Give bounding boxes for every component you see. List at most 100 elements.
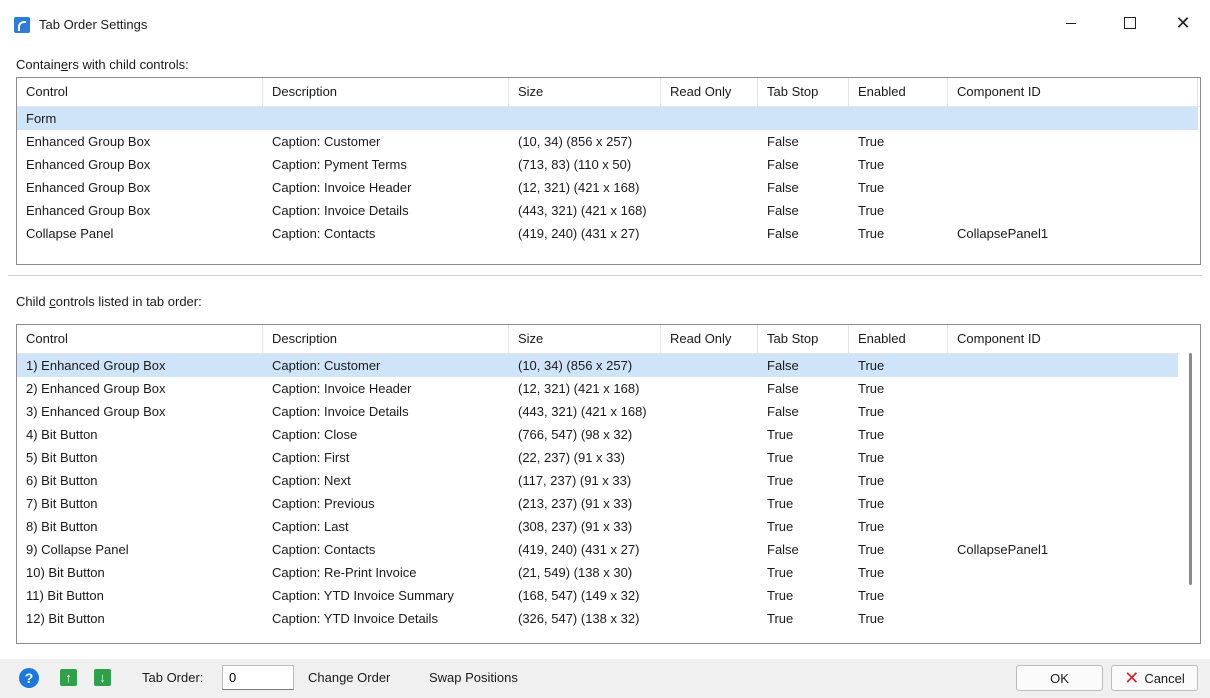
cell-control: 9) Collapse Panel: [26, 542, 129, 557]
swap-positions-button[interactable]: Swap Positions: [429, 670, 518, 685]
column-header-tab-stop[interactable]: Tab Stop: [758, 325, 849, 353]
column-header-tab-stop[interactable]: Tab Stop: [758, 78, 849, 106]
cell-size: (419, 240) (431 x 27): [518, 542, 640, 557]
cell-size: (326, 547) (138 x 32): [518, 611, 640, 626]
table-row[interactable]: Enhanced Group Box Caption: Customer (10, …: [17, 130, 1198, 153]
containers-label-accel: e: [60, 57, 69, 72]
cell-enabled: True: [858, 427, 885, 442]
vertical-scrollbar[interactable]: [1180, 325, 1200, 643]
cell-enabled: True: [858, 565, 885, 580]
table-row[interactable]: 2) Enhanced Group Box Caption: Invoice He…: [17, 377, 1178, 400]
grid-header: Control Description Size Read Only Tab Stop E…: [17, 325, 1200, 354]
table-row[interactable]: Enhanced Group Box Caption: Pyment Terms (…: [17, 153, 1198, 176]
cell-control: Form: [26, 111, 57, 126]
cell-size: (419, 240) (431 x 27): [518, 226, 640, 241]
table-row[interactable]: 12) Bit Button Caption: YTD Invoice Detai…: [17, 607, 1178, 630]
cell-component-id: CollapsePanel1: [957, 226, 1049, 241]
cell-enabled: True: [858, 496, 885, 511]
table-row[interactable]: 1) Enhanced Group Box Caption: Customer (1…: [17, 354, 1178, 377]
cell-tab-stop: True: [767, 496, 794, 511]
cell-description: Caption: Pyment Terms: [272, 157, 407, 172]
ok-button-label: OK: [1050, 670, 1069, 686]
cell-tab-stop: True: [767, 588, 794, 603]
title-bar: Tab Order Settings ✕: [0, 0, 1210, 46]
cell-size: (22, 237) (91 x 33): [518, 450, 625, 465]
cell-tab-stop: True: [767, 450, 794, 465]
cell-description: Caption: Contacts: [272, 542, 376, 557]
minimize-button[interactable]: [1048, 8, 1094, 38]
column-header-size[interactable]: Size: [509, 78, 661, 106]
table-row[interactable]: Enhanced Group Box Caption: Invoice Detai…: [17, 199, 1198, 222]
cell-control: 4) Bit Button: [26, 427, 98, 442]
children-grid[interactable]: Control Description Size Read Only Tab Stop E…: [16, 324, 1201, 644]
grid-header: Control Description Size Read Only Tab Stop E…: [17, 78, 1200, 107]
move-down-button[interactable]: ↓: [94, 669, 111, 686]
column-header-component-id[interactable]: Component ID: [948, 78, 1198, 106]
table-row[interactable]: 8) Bit Button Caption: Last (308, 237) (91…: [17, 515, 1178, 538]
column-header-description[interactable]: Description: [263, 78, 509, 106]
cell-size: (10, 34) (856 x 257): [518, 358, 633, 373]
tab-order-label: Tab Order:: [142, 670, 204, 685]
cell-tab-stop: False: [767, 226, 799, 241]
column-header-read-only[interactable]: Read Only: [661, 78, 758, 106]
cell-enabled: True: [858, 542, 885, 557]
cell-control: 11) Bit Button: [26, 588, 104, 603]
cell-enabled: True: [858, 381, 885, 396]
column-header-control[interactable]: Control: [17, 325, 263, 353]
column-header-control[interactable]: Control: [17, 78, 263, 106]
cell-enabled: True: [858, 180, 885, 195]
cell-enabled: True: [858, 588, 885, 603]
separator: [8, 275, 1202, 276]
ok-button[interactable]: OK: [1016, 665, 1103, 691]
column-header-size[interactable]: Size: [509, 325, 661, 353]
cancel-button[interactable]: ✕ Cancel: [1111, 665, 1198, 691]
move-up-button[interactable]: ↑: [60, 669, 77, 686]
containers-grid[interactable]: Control Description Size Read Only Tab Stop E…: [16, 77, 1201, 265]
cell-tab-stop: True: [767, 427, 794, 442]
tab-order-input[interactable]: [222, 665, 294, 690]
table-row[interactable]: 10) Bit Button Caption: Re-Print Invoice (…: [17, 561, 1178, 584]
cell-enabled: True: [858, 157, 885, 172]
column-header-enabled[interactable]: Enabled: [849, 78, 948, 106]
minimize-icon: [1066, 22, 1076, 24]
cell-description: Caption: YTD Invoice Details: [272, 611, 438, 626]
column-header-component-id[interactable]: Component ID: [948, 325, 1198, 353]
table-row[interactable]: Form: [17, 107, 1198, 130]
cell-size: (12, 321) (421 x 168): [518, 381, 640, 396]
cell-description: Caption: First: [272, 450, 350, 465]
table-row[interactable]: Enhanced Group Box Caption: Invoice Heade…: [17, 176, 1198, 199]
cell-size: (213, 237) (91 x 33): [518, 496, 633, 511]
cell-component-id: CollapsePanel1: [957, 542, 1049, 557]
column-header-enabled[interactable]: Enabled: [849, 325, 948, 353]
containers-label-part: Contain: [16, 57, 61, 72]
help-icon[interactable]: ?: [19, 668, 39, 688]
column-header-description[interactable]: Description: [263, 325, 509, 353]
table-row[interactable]: 3) Enhanced Group Box Caption: Invoice De…: [17, 400, 1178, 423]
cell-size: (766, 547) (98 x 32): [518, 427, 633, 442]
table-row[interactable]: 7) Bit Button Caption: Previous (213, 237)…: [17, 492, 1178, 515]
cell-control: 1) Enhanced Group Box: [26, 358, 166, 373]
cell-control: Collapse Panel: [26, 226, 114, 241]
app-icon: [14, 17, 30, 33]
table-row[interactable]: 9) Collapse Panel Caption: Contacts (419, …: [17, 538, 1178, 561]
cell-tab-stop: False: [767, 358, 799, 373]
table-row[interactable]: Collapse Panel Caption: Contacts (419, 240…: [17, 222, 1198, 245]
table-row[interactable]: 11) Bit Button Caption: YTD Invoice Summa…: [17, 584, 1178, 607]
close-icon: ✕: [1175, 13, 1191, 33]
table-row[interactable]: 5) Bit Button Caption: First (22, 237) (91…: [17, 446, 1178, 469]
change-order-button[interactable]: Change Order: [308, 670, 390, 685]
close-button[interactable]: ✕: [1160, 8, 1206, 38]
column-header-read-only[interactable]: Read Only: [661, 325, 758, 353]
maximize-button[interactable]: [1107, 8, 1153, 38]
cell-control: 8) Bit Button: [26, 519, 98, 534]
cell-enabled: True: [858, 203, 885, 218]
cell-control: Enhanced Group Box: [26, 180, 151, 195]
cell-tab-stop: True: [767, 611, 794, 626]
cell-control: 6) Bit Button: [26, 473, 98, 488]
maximize-icon: [1124, 17, 1136, 29]
table-row[interactable]: 6) Bit Button Caption: Next (117, 237) (91…: [17, 469, 1178, 492]
cell-size: (10, 34) (856 x 257): [518, 134, 633, 149]
table-row[interactable]: 4) Bit Button Caption: Close (766, 547) (9…: [17, 423, 1178, 446]
cell-enabled: True: [858, 611, 885, 626]
cell-description: Caption: Contacts: [272, 226, 376, 241]
